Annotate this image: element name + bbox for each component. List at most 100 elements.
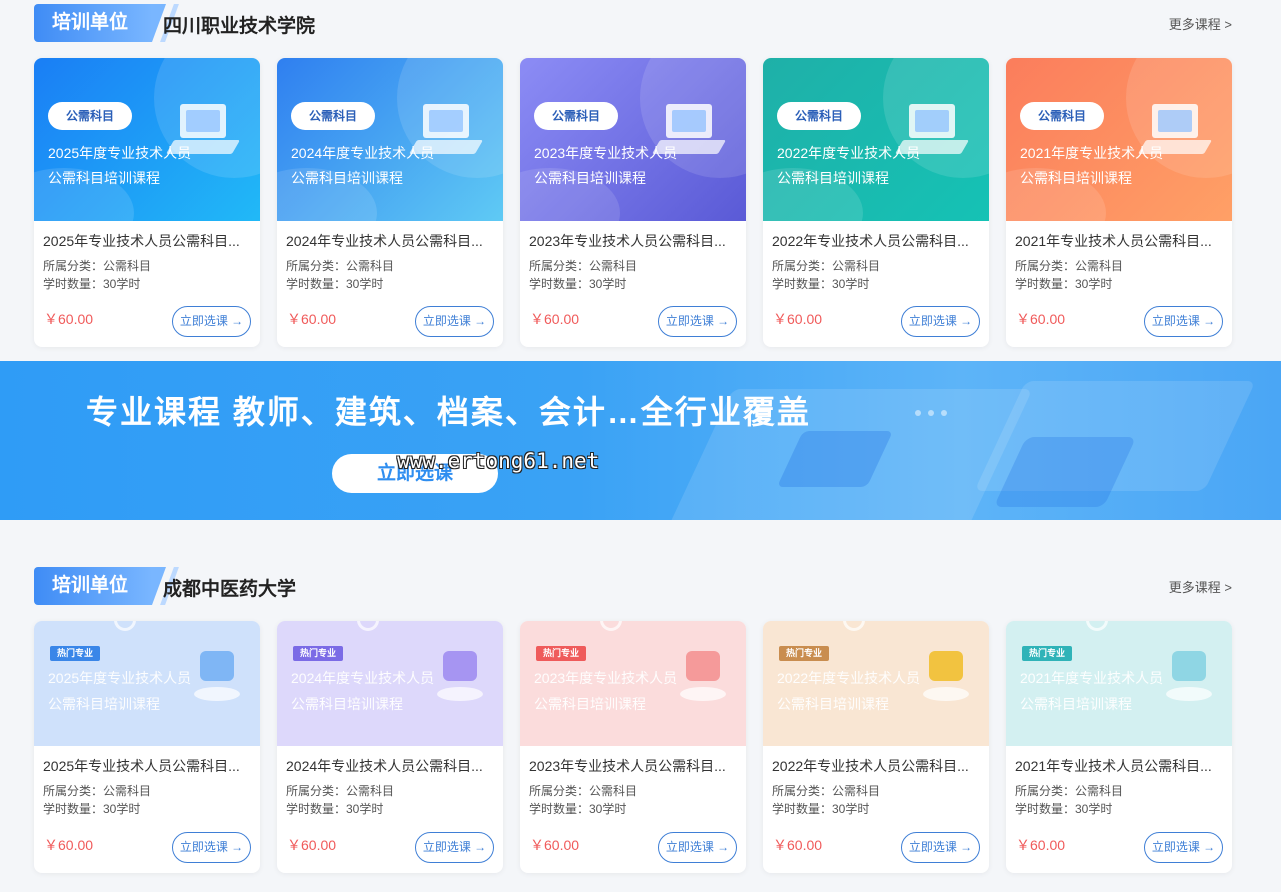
select-course-button[interactable]: 立即选课 → [172,832,251,863]
course-title[interactable]: 2021年专业技术人员公需科目... [1015,231,1223,251]
course-meta: 所属分类：公需科目 学时数量：30学时 [286,257,494,293]
course-title[interactable]: 2025年专业技术人员公需科目... [43,231,251,251]
course-category: 所属分类：公需科目 [772,259,881,273]
course-title[interactable]: 2024年专业技术人员公需科目... [286,231,494,251]
thumb-title-line2: 公需科目培训课程 [291,696,403,712]
select-course-button[interactable]: 立即选课 → [415,306,494,337]
thumb-title-line2: 公需科目培训课程 [534,170,646,186]
course-hours: 学时数量：30学时 [286,802,384,816]
course-hours: 学时数量：30学时 [772,277,870,291]
more-courses-link[interactable]: 更多课程 > [1169,577,1232,596]
thumb-title-line1: 2024年度专业技术人员 [291,145,435,161]
cube-top-shape [1172,651,1206,681]
thumb-title-line2: 公需科目培训课程 [777,170,889,186]
course-category: 所属分类：公需科目 [772,784,881,798]
decor-ring [357,621,379,631]
select-course-button[interactable]: 立即选课 → [658,832,737,863]
thumb-title-line1: 2025年度专业技术人员 [48,145,192,161]
course-card[interactable]: 公需科目 2021年度专业技术人员 公需科目培训课程 2021年专业技术人员公需科目.… [1006,58,1232,347]
cube-top-shape [929,651,963,681]
card-body: 2023年专业技术人员公需科目... 所属分类：公需科目 学时数量：30学时 [520,746,746,818]
cube-top-shape [686,651,720,681]
thumb-title-line2: 公需科目培训课程 [1020,696,1132,712]
course-card[interactable]: 热门专业 2023年度专业技术人员 公需科目培训课程 2023年专业技术人员公需科目.… [520,621,746,873]
course-card[interactable]: 公需科目 2022年度专业技术人员 公需科目培训课程 2022年专业技术人员公需科目.… [763,58,989,347]
org-name: 四川职业技术学院 [163,16,316,37]
thumb-title-line2: 公需科目培训课程 [291,170,403,186]
select-course-button[interactable]: 立即选课 → [415,832,494,863]
hot-major-badge: 热门专业 [1022,646,1073,661]
course-price: ￥60.00 [44,311,94,327]
course-price: ￥60.00 [1016,837,1066,853]
screen-content-shape [186,110,220,132]
card-body: 2024年专业技术人员公需科目... 所属分类：公需科目 学时数量：30学时 [277,746,503,818]
thumb-title-line1: 2021年度专业技术人员 [1020,145,1164,161]
select-course-button[interactable]: 立即选课 → [172,306,251,337]
course-hours: 学时数量：30学时 [772,802,870,816]
course-thumbnail[interactable]: 公需科目 2021年度专业技术人员 公需科目培训课程 [1006,58,1232,221]
course-title[interactable]: 2024年专业技术人员公需科目... [286,756,494,776]
course-thumbnail[interactable]: 热门专业 2022年度专业技术人员 公需科目培训课程 [763,621,989,746]
subject-badge: 公需科目 [777,102,861,130]
cube-platform-shape [194,687,240,701]
course-thumbnail[interactable]: 公需科目 2023年度专业技术人员 公需科目培训课程 [520,58,746,221]
course-card[interactable]: 公需科目 2023年度专业技术人员 公需科目培训课程 2023年专业技术人员公需科目.… [520,58,746,347]
select-course-button[interactable]: 立即选课 → [901,306,980,337]
course-title[interactable]: 2021年专业技术人员公需科目... [1015,756,1223,776]
select-course-button[interactable]: 立即选课 → [1144,306,1223,337]
thumb-title-line2: 公需科目培训课程 [534,696,646,712]
cube-platform-shape [923,687,969,701]
org-tag-label: 培训单位 [52,12,129,33]
course-meta: 所属分类：公需科目 学时数量：30学时 [1015,782,1223,818]
course-thumbnail[interactable]: 公需科目 2025年度专业技术人员 公需科目培训课程 [34,58,260,221]
watermark: www.ertong61.net [397,449,600,473]
cube-top-shape [200,651,234,681]
hot-major-badge: 热门专业 [293,646,344,661]
course-card[interactable]: 公需科目 2025年度专业技术人员 公需科目培训课程 2025年专业技术人员公需科目.… [34,58,260,347]
decor-ring [843,621,865,631]
course-title[interactable]: 2022年专业技术人员公需科目... [772,756,980,776]
select-course-button[interactable]: 立即选课 → [658,306,737,337]
select-course-button[interactable]: 立即选课 → [901,832,980,863]
course-thumbnail[interactable]: 热门专业 2021年度专业技术人员 公需科目培训课程 [1006,621,1232,746]
section-header: 培训单位 成都中医药大学 更多课程 > [34,565,1232,605]
course-meta: 所属分类：公需科目 学时数量：30学时 [529,257,737,293]
course-title[interactable]: 2023年专业技术人员公需科目... [529,231,737,251]
cube-platform-shape [437,687,483,701]
course-thumbnail[interactable]: 热门专业 2023年度专业技术人员 公需科目培训课程 [520,621,746,746]
course-thumbnail[interactable]: 公需科目 2024年度专业技术人员 公需科目培训课程 [277,58,503,221]
topic-illustration-icon [680,651,726,703]
card-body: 2025年专业技术人员公需科目... 所属分类：公需科目 学时数量：30学时 [34,221,260,293]
cube-platform-shape [1166,687,1212,701]
course-card[interactable]: 公需科目 2024年度专业技术人员 公需科目培训课程 2024年专业技术人员公需科目.… [277,58,503,347]
course-price: ￥60.00 [773,311,823,327]
org-name: 成都中医药大学 [163,579,297,600]
course-title[interactable]: 2023年专业技术人员公需科目... [529,756,737,776]
course-price: ￥60.00 [530,311,580,327]
course-category: 所属分类：公需科目 [286,784,395,798]
course-meta: 所属分类：公需科目 学时数量：30学时 [1015,257,1223,293]
cube-top-shape [443,651,477,681]
screen-content-shape [915,110,949,132]
topic-illustration-icon [194,651,240,703]
promo-banner[interactable]: 专业课程 教师、建筑、档案、会计…全行业覆盖 立即选课 www.ertong61… [0,361,1281,520]
course-card[interactable]: 热门专业 2024年度专业技术人员 公需科目培训课程 2024年专业技术人员公需科目.… [277,621,503,873]
course-title[interactable]: 2022年专业技术人员公需科目... [772,231,980,251]
cube-platform-shape [680,687,726,701]
subject-badge: 公需科目 [1020,102,1104,130]
course-card[interactable]: 热门专业 2021年度专业技术人员 公需科目培训课程 2021年专业技术人员公需科目.… [1006,621,1232,873]
select-course-button[interactable]: 立即选课 → [1144,832,1223,863]
course-card[interactable]: 热门专业 2025年度专业技术人员 公需科目培训课程 2025年专业技术人员公需科目.… [34,621,260,873]
more-courses-link[interactable]: 更多课程 > [1169,14,1232,33]
course-thumbnail[interactable]: 热门专业 2025年度专业技术人员 公需科目培训课程 [34,621,260,746]
course-thumbnail[interactable]: 热门专业 2024年度专业技术人员 公需科目培训课程 [277,621,503,746]
course-hours: 学时数量：30学时 [43,277,141,291]
hot-major-badge: 热门专业 [779,646,830,661]
topic-illustration-icon [923,651,969,703]
course-price: ￥60.00 [44,837,94,853]
course-category: 所属分类：公需科目 [529,259,638,273]
course-card-list: 热门专业 2025年度专业技术人员 公需科目培训课程 2025年专业技术人员公需科目.… [34,621,1232,873]
course-thumbnail[interactable]: 公需科目 2022年度专业技术人员 公需科目培训课程 [763,58,989,221]
course-title[interactable]: 2025年专业技术人员公需科目... [43,756,251,776]
course-card[interactable]: 热门专业 2022年度专业技术人员 公需科目培训课程 2022年专业技术人员公需科目.… [763,621,989,873]
